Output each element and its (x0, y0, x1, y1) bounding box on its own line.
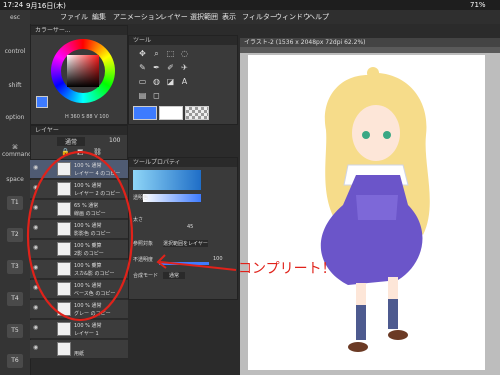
handwritten-annotation (26, 150, 237, 322)
annotation-text: コンプリート！ (238, 261, 336, 277)
